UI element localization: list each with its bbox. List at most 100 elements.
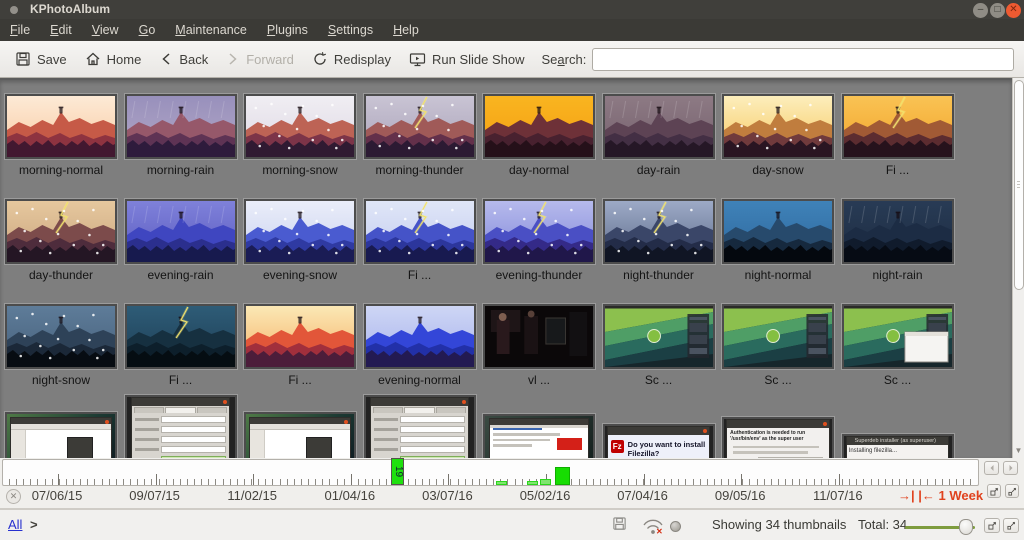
thumbnail-cell[interactable]: day-thunder (4, 199, 118, 282)
thumbnail-cell[interactable]: evening-snow (243, 199, 357, 282)
home-button[interactable]: Home (76, 44, 151, 74)
menu-item[interactable]: Maintenance (165, 19, 257, 41)
thumbnail-image[interactable] (483, 414, 595, 458)
back-button[interactable]: Back (150, 44, 217, 74)
thumbnail-cell[interactable]: FzDo you want to install Filezilla? (602, 424, 716, 458)
maximize-button[interactable]: □ (990, 3, 1005, 18)
thumbnail-cell[interactable]: Sc ... (721, 304, 835, 387)
thumbnail-image[interactable] (5, 199, 117, 264)
menu-item[interactable]: Plugins (257, 19, 318, 41)
thumbnail-cell[interactable]: Fi ... (124, 304, 238, 387)
thumbnail-image[interactable] (603, 304, 715, 369)
thumbnail-cell[interactable]: morning-thunder (363, 94, 477, 177)
date-selection-marker[interactable]: 19 (391, 458, 404, 485)
thumbnail-cell[interactable]: Fi ... (243, 304, 357, 387)
date-histogram-bar[interactable] (496, 481, 507, 485)
vertical-scrollbar[interactable]: ▼ (1012, 78, 1024, 458)
forward-button[interactable]: Forward (217, 44, 303, 74)
thumbnail-image[interactable] (364, 94, 476, 159)
thumbnail-image[interactable] (364, 395, 476, 458)
datebar-scroll-left-button[interactable] (984, 461, 999, 475)
save-button[interactable]: Save (6, 44, 76, 74)
thumbnail-cell[interactable]: night-rain (841, 199, 955, 282)
thumbnail-cell[interactable] (482, 414, 596, 458)
thumbnail-cell[interactable]: day-snow (721, 94, 835, 177)
thumbnail-image[interactable] (842, 94, 954, 159)
thumbnail-image[interactable] (483, 199, 595, 264)
shrink-thumbnails-button[interactable] (984, 518, 1000, 533)
thumbnail-cell[interactable] (124, 395, 238, 458)
thumbnail-cell[interactable]: morning-normal (4, 94, 118, 177)
thumbnail-cell[interactable]: Sc ... (602, 304, 716, 387)
thumbnail-image[interactable] (603, 199, 715, 264)
thumbnail-cell[interactable]: night-snow (4, 304, 118, 387)
thumbnail-cell[interactable]: evening-normal (363, 304, 477, 387)
thumbnail-image[interactable] (244, 304, 356, 369)
thumbnail-cell[interactable]: morning-snow (243, 94, 357, 177)
thumbnail-image[interactable] (5, 412, 117, 458)
scrollbar-down-arrow[interactable]: ▼ (1013, 444, 1024, 458)
thumbnail-cell[interactable]: night-thunder (602, 199, 716, 282)
thumbnail-image[interactable] (483, 94, 595, 159)
thumbnail-cell[interactable]: morning-rain (124, 94, 238, 177)
thumbnail-image[interactable] (842, 304, 954, 369)
thumbnail-image[interactable] (244, 199, 356, 264)
thumbnail-cell[interactable]: vl ... (482, 304, 596, 387)
thumbnail-image[interactable] (364, 199, 476, 264)
thumbnail-image[interactable]: Authentication is needed to run '/usr/bi… (722, 417, 834, 458)
date-bar[interactable]: 07/06/1509/07/1511/02/1501/04/1603/07/16… (0, 458, 1024, 509)
thumbnail-cell[interactable]: day-normal (482, 94, 596, 177)
scrollbar-thumb[interactable] (1014, 80, 1024, 290)
menu-item[interactable]: Go (129, 19, 166, 41)
thumbnail-image[interactable] (842, 199, 954, 264)
menu-item[interactable]: Settings (318, 19, 383, 41)
thumbnail-cell[interactable]: night-normal (721, 199, 835, 282)
thumbnail-cell[interactable] (4, 412, 118, 458)
date-histogram-bar[interactable] (527, 481, 538, 485)
thumbnail-image[interactable] (483, 304, 595, 369)
menu-item[interactable]: View (82, 19, 129, 41)
search-input[interactable] (592, 48, 1014, 71)
menu-item[interactable]: Help (383, 19, 429, 41)
thumbnail-image[interactable]: FzDo you want to install Filezilla? (603, 424, 715, 458)
thumbnail-image[interactable]: Superdeb installer (as superuser)Install… (842, 434, 954, 458)
thumbnail-image[interactable] (125, 94, 237, 159)
menu-item[interactable]: File (0, 19, 40, 41)
thumbnail-image[interactable] (244, 412, 356, 458)
datebar-zoom-out-button[interactable] (1005, 484, 1019, 498)
category-path-link[interactable]: All (8, 517, 22, 532)
thumbnail-image[interactable] (5, 304, 117, 369)
datebar-zoom-in-button[interactable] (987, 484, 1001, 498)
thumbnail-cell[interactable]: Authentication is needed to run '/usr/bi… (721, 417, 835, 458)
thumbnail-image[interactable] (722, 304, 834, 369)
thumbnail-image[interactable] (125, 395, 237, 458)
thumbnail-size-slider-knob[interactable] (959, 519, 973, 535)
thumbnail-image[interactable] (244, 94, 356, 159)
minimize-button[interactable]: – (973, 3, 988, 18)
thumbnail-cell[interactable] (363, 395, 477, 458)
thumbnail-image[interactable] (5, 94, 117, 159)
thumbnail-cell[interactable]: Fi ... (841, 94, 955, 177)
thumbnail-cell[interactable] (243, 412, 357, 458)
date-histogram[interactable] (2, 459, 979, 486)
thumbnail-cell[interactable]: day-rain (602, 94, 716, 177)
thumbnail-image[interactable] (364, 304, 476, 369)
datebar-scroll-right-button[interactable] (1003, 461, 1018, 475)
thumbnail-cell[interactable]: Fi ... (363, 199, 477, 282)
menu-item[interactable]: Edit (40, 19, 82, 41)
expand-thumbnails-button[interactable] (1003, 518, 1019, 533)
thumbnail-cell[interactable]: Sc ... (841, 304, 955, 387)
thumbnail-image[interactable] (722, 94, 834, 159)
thumbnail-cell[interactable]: evening-rain (124, 199, 238, 282)
thumbnail-image[interactable] (603, 94, 715, 159)
run-slideshow-button[interactable]: Run Slide Show (400, 44, 534, 74)
thumbnail-image[interactable] (125, 199, 237, 264)
thumbnail-cell[interactable]: Superdeb installer (as superuser)Install… (841, 434, 955, 458)
thumbnail-cell[interactable]: evening-thunder (482, 199, 596, 282)
thumbnail-image[interactable] (722, 199, 834, 264)
clear-date-selection-button[interactable]: ✕ (6, 489, 21, 504)
thumbnail-image[interactable] (125, 304, 237, 369)
date-histogram-bar[interactable] (555, 467, 570, 485)
close-button[interactable]: ✕ (1006, 3, 1021, 18)
redisplay-button[interactable]: Redisplay (303, 44, 400, 74)
